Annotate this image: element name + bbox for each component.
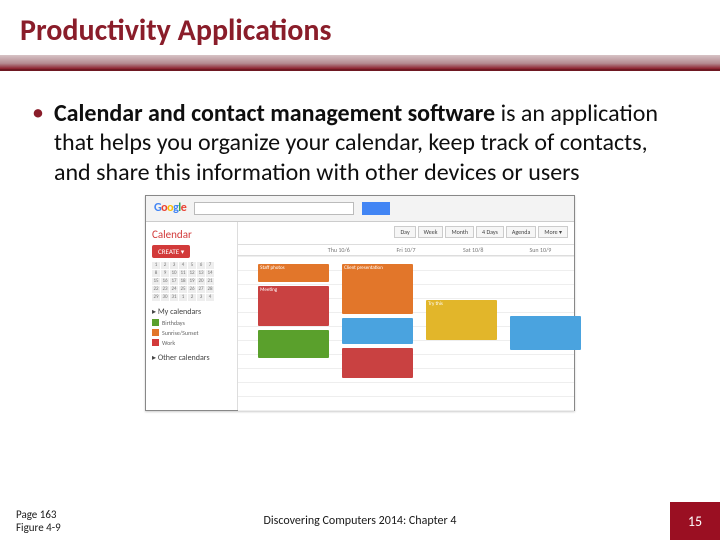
search-input[interactable]	[194, 202, 354, 215]
calendar-event[interactable]: Staff photos	[258, 264, 329, 282]
bullet-marker: •	[32, 99, 44, 187]
day-header: Sat 10/8	[440, 245, 507, 255]
view-tab[interactable]: Week	[418, 226, 444, 238]
time-slots: Staff photos Meeting Client presentation Tr…	[238, 256, 574, 416]
day-header	[238, 245, 305, 255]
google-logo: Google	[154, 201, 186, 215]
mini-calendar[interactable]: 1234567891011121314151617181920212223242…	[152, 262, 231, 301]
calendar-event[interactable]	[342, 318, 413, 344]
view-tab[interactable]: More ▾	[538, 226, 568, 238]
calendar-checkbox[interactable]: Birthdays	[152, 319, 231, 327]
calendar-event[interactable]	[258, 330, 329, 358]
view-tab[interactable]: Month	[445, 226, 474, 238]
screenshot-topbar: Google	[146, 196, 574, 222]
bullet-bold: Calendar and contact management software	[54, 99, 495, 128]
day-header: Thu 10/6	[305, 245, 372, 255]
day-header: Sun 10/9	[507, 245, 574, 255]
title-divider	[0, 55, 720, 71]
calendar-grid: DayWeekMonth4 DaysAgendaMore ▾ Thu 10/6F…	[238, 222, 574, 410]
calendar-event[interactable]	[342, 348, 413, 378]
sidebar-section-mycals: ▸ My calendars	[152, 307, 231, 317]
sidebar-section-other: ▸ Other calendars	[152, 353, 231, 363]
search-button[interactable]	[362, 202, 390, 215]
view-tab[interactable]: Agenda	[506, 226, 536, 238]
calendar-checkbox[interactable]: Sunrise/Sunset	[152, 329, 231, 337]
calendar-event[interactable]: Meeting	[258, 286, 329, 326]
day-header: Fri 10/7	[372, 245, 439, 255]
slide-body: • Calendar and contact management softwa…	[0, 71, 720, 411]
day-headers: Thu 10/6Fri 10/7Sat 10/8Sun 10/9	[238, 244, 574, 256]
calendar-event[interactable]	[510, 316, 581, 350]
bullet-text: Calendar and contact management software…	[54, 99, 688, 187]
create-button[interactable]: CREATE ▾	[152, 245, 190, 258]
calendar-screenshot: Google Calendar CREATE ▾ 123456789101112…	[145, 195, 575, 411]
footer-center: Discovering Computers 2014: Chapter 4	[0, 514, 720, 528]
bullet-item: • Calendar and contact management softwa…	[32, 99, 688, 187]
view-tabs: DayWeekMonth4 DaysAgendaMore ▾	[394, 226, 568, 238]
screenshot-sidebar: Calendar CREATE ▾ 1234567891011121314151…	[146, 222, 238, 410]
calendar-event[interactable]: Client presentation	[342, 264, 413, 314]
slide-footer: Page 163 Figure 4-9 Discovering Computer…	[0, 502, 720, 540]
calendar-checkbox[interactable]: Work	[152, 339, 231, 347]
slide-title: Productivity Applications	[0, 0, 720, 55]
view-tab[interactable]: 4 Days	[476, 226, 504, 238]
calendar-event[interactable]: Try this	[426, 300, 497, 340]
app-name: Calendar	[152, 228, 231, 241]
view-tab[interactable]: Day	[394, 226, 415, 238]
